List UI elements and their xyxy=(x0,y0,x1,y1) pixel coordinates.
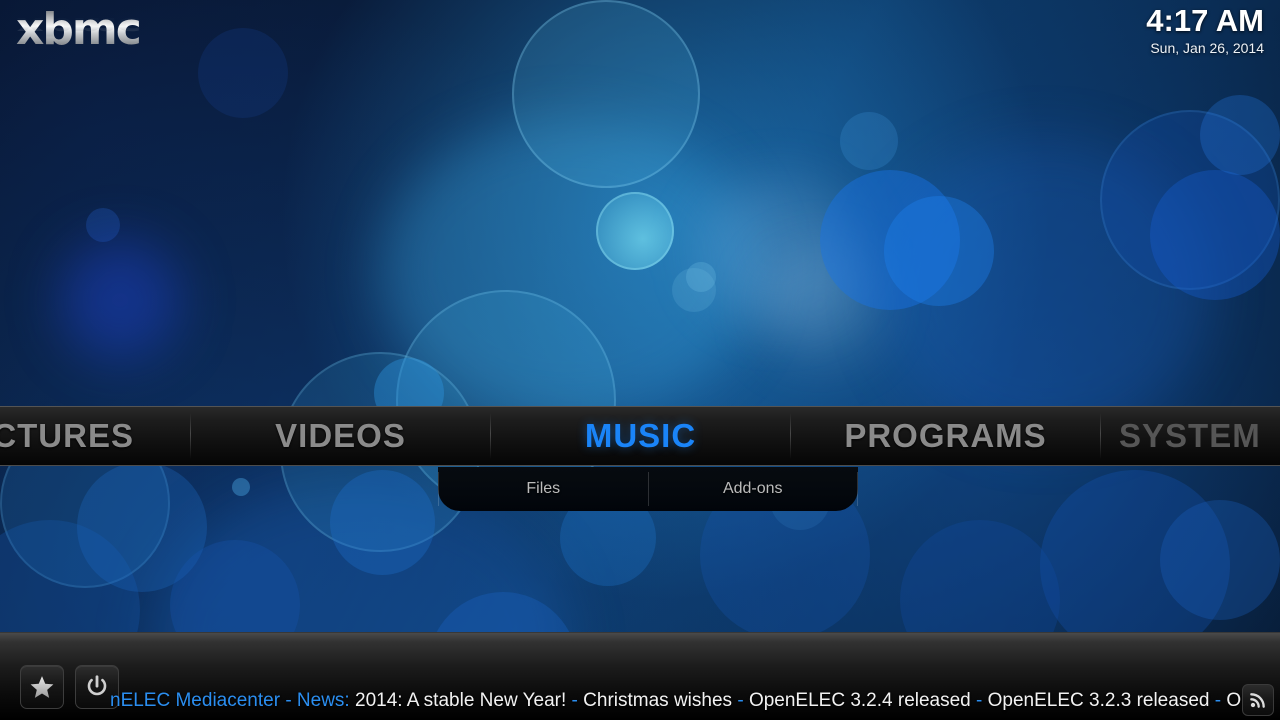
ticker-separator: - xyxy=(1209,690,1227,711)
ticker-headline: 2014: A stable New Year! xyxy=(355,690,567,711)
news-ticker[interactable]: nELEC Mediacenter - News: 2014: A stable… xyxy=(110,686,1245,716)
bokeh-circle xyxy=(198,28,288,118)
xbmc-logo-reflection: xbmc xyxy=(16,12,176,40)
bokeh-circle xyxy=(884,196,994,306)
menu-item-label: PROGRAMS xyxy=(844,417,1047,454)
bokeh-circle xyxy=(1150,170,1280,300)
bokeh-circle xyxy=(672,268,716,312)
bokeh-circle xyxy=(596,192,674,270)
submenu-bar: Files Add-ons xyxy=(438,467,858,511)
star-icon xyxy=(30,676,54,698)
menu-item-videos[interactable]: VIDEOS xyxy=(191,406,490,466)
submenu-divider xyxy=(857,472,858,506)
ticker-separator: - xyxy=(970,690,988,711)
ticker-headline: Christmas wishes xyxy=(583,690,733,711)
clock-date: Sun, Jan 26, 2014 xyxy=(1150,40,1264,56)
submenu-panel: Files Add-ons xyxy=(438,467,858,511)
bokeh-circle xyxy=(60,240,180,360)
ticker-source: nELEC Mediacenter - News: xyxy=(110,690,350,711)
bokeh-circle xyxy=(232,478,250,496)
ticker-separator: - xyxy=(732,690,749,711)
menu-item-label: PICTURES xyxy=(0,417,134,454)
ticker-headline: OpenELEC 3.2.3 released xyxy=(987,690,1210,711)
menu-item-system[interactable]: SYSTEM xyxy=(1101,406,1280,466)
menu-item-label: VIDEOS xyxy=(275,417,406,454)
submenu-item-addons[interactable]: Add-ons xyxy=(649,469,858,509)
bokeh-circle xyxy=(86,208,120,242)
menu-item-label: MUSIC xyxy=(584,417,697,454)
submenu-item-files[interactable]: Files xyxy=(439,469,648,509)
desktop-wallpaper xyxy=(0,0,1280,720)
menu-item-pictures[interactable]: PICTURES xyxy=(0,406,190,466)
ticker-headline: OpenELEC 3.2.4 released xyxy=(748,690,971,711)
power-icon xyxy=(87,675,107,696)
clock-widget: 4:17 AM Sun, Jan 26, 2014 xyxy=(1146,4,1264,57)
clock-time: 4:17 AM xyxy=(1146,3,1264,38)
bokeh-circle xyxy=(330,470,435,575)
rss-icon[interactable] xyxy=(1242,684,1274,716)
menu-item-music[interactable]: MUSIC xyxy=(491,406,790,466)
xbmc-logo: xbmc xbmc xyxy=(16,8,176,70)
bokeh-circle xyxy=(840,112,898,170)
menu-item-programs[interactable]: PROGRAMS xyxy=(791,406,1100,466)
favourites-button[interactable] xyxy=(20,665,64,709)
menu-item-label: SYSTEM xyxy=(1119,417,1261,454)
ticker-separator: - xyxy=(566,690,584,711)
bokeh-circle xyxy=(1160,500,1280,620)
rss-glyph-icon xyxy=(1250,693,1265,708)
bokeh-circle xyxy=(1200,95,1280,175)
bokeh-circle xyxy=(512,0,700,188)
main-menu-bar: PICTURES VIDEOS MUSIC PROGRAMS SYSTEM xyxy=(0,406,1280,466)
